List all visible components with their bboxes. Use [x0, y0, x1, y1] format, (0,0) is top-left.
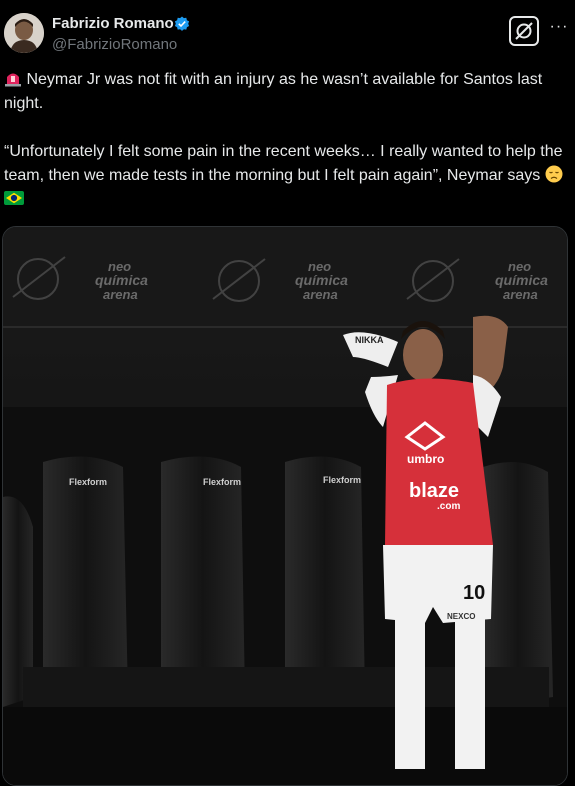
- tweet-quote: “Unfortunately I felt some pain in the r…: [4, 143, 563, 184]
- verified-badge-icon: [174, 16, 190, 32]
- wall-text-arena: arena: [103, 287, 138, 302]
- tweet-header: Fabrizio Romano @FabrizioRomano ···: [0, 0, 575, 64]
- wall-text-quimica: química: [495, 272, 548, 288]
- brazil-flag-emoji-icon: [4, 191, 24, 205]
- author-name[interactable]: Fabrizio Romano: [52, 15, 174, 32]
- grok-button[interactable]: [509, 16, 539, 46]
- bib-sponsor: blaze: [409, 480, 459, 502]
- author-handle[interactable]: @FabrizioRomano: [52, 36, 177, 53]
- tweet-paragraph: “Unfortunately I felt some pain in the r…: [4, 140, 570, 212]
- sleeve-text: NIKKA: [355, 335, 384, 345]
- tweet-line: Neymar Jr was not fit with an injury as …: [4, 71, 543, 112]
- more-horizontal-icon: ···: [549, 18, 569, 35]
- shorts-brand: NEXCO: [447, 612, 475, 621]
- tweet-paragraph: Neymar Jr was not fit with an injury as …: [4, 68, 570, 116]
- seat-brand-label: Flexform: [69, 477, 107, 487]
- disappointed-face-emoji-icon: [545, 165, 563, 183]
- siren-emoji-icon: [5, 73, 21, 87]
- bib-sponsor-suffix: .com: [437, 501, 460, 512]
- more-options-button[interactable]: ···: [548, 18, 570, 40]
- wall-text-arena: arena: [503, 287, 538, 302]
- wall-text-arena: arena: [303, 287, 338, 302]
- bib-brand: umbro: [407, 452, 444, 466]
- seat-brand-label: Flexform: [203, 477, 241, 487]
- shorts-number: 10: [463, 582, 485, 604]
- wall-text-quimica: química: [295, 272, 348, 288]
- tweet-photo[interactable]: neo química arena neo química arena neo …: [2, 226, 568, 786]
- seat-brand-label: Flexform: [323, 475, 361, 485]
- tweet-body: Neymar Jr was not fit with an injury as …: [4, 68, 570, 212]
- grok-icon: [515, 22, 533, 40]
- avatar[interactable]: [4, 13, 44, 53]
- wall-text-quimica: química: [95, 272, 148, 288]
